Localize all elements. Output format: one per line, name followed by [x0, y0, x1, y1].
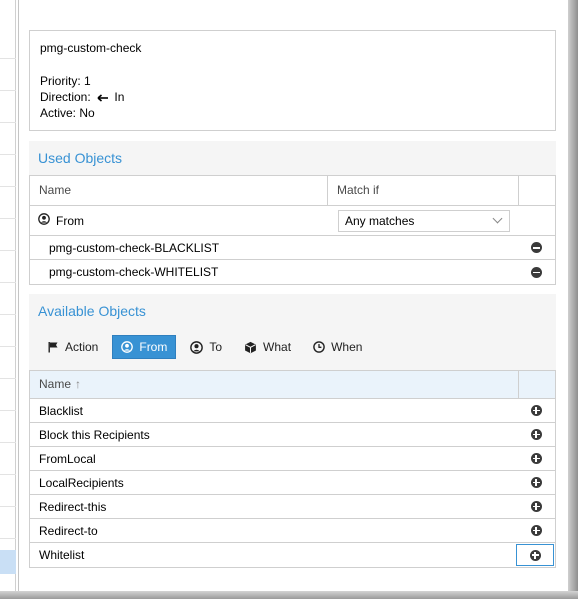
user-circle-icon	[38, 213, 50, 228]
plus-circle-icon	[530, 429, 542, 440]
remove-object-button[interactable]	[517, 236, 555, 259]
rule-direction-value: In	[114, 90, 125, 104]
user-circle-icon	[121, 341, 134, 353]
tab-action-label: Action	[65, 340, 99, 354]
window-shadow-bottom	[0, 591, 578, 599]
available-object-row[interactable]: FromLocal	[30, 447, 555, 471]
arrow-left-icon	[97, 90, 109, 106]
add-object-button[interactable]	[517, 495, 555, 518]
background-selected-row	[0, 550, 16, 574]
available-object-row[interactable]: LocalRecipients	[30, 471, 555, 495]
used-object-row: pmg-custom-check-BLACKLIST	[30, 236, 555, 260]
used-objects-title: Used Objects	[38, 150, 123, 166]
user-circle-icon	[190, 340, 204, 354]
available-object-row[interactable]: Block this Recipients	[30, 423, 555, 447]
tab-to-label: To	[209, 340, 223, 354]
available-object-name: Blacklist	[39, 403, 84, 418]
background-grid-strip	[0, 0, 16, 599]
used-objects-header: Name Match if	[30, 176, 555, 206]
sort-ascending-icon: ↑	[75, 377, 82, 391]
plus-circle-icon	[529, 549, 541, 561]
column-header-match-if[interactable]: Match if	[327, 176, 518, 205]
plus-circle-icon	[530, 453, 542, 464]
column-header-name-sorted[interactable]: Name ↑	[30, 371, 518, 398]
tab-to[interactable]: To	[182, 335, 230, 359]
tab-when[interactable]: When	[305, 335, 370, 359]
available-objects-title: Available Objects	[38, 303, 146, 319]
used-objects-grid: Name Match if From Any matches pmg-custo…	[29, 175, 556, 285]
available-objects-section: Available Objects Action From To What Wh…	[29, 294, 556, 568]
available-object-row[interactable]: Redirect-to	[30, 519, 555, 543]
tab-what-label: What	[263, 340, 292, 354]
tab-when-label: When	[331, 340, 363, 354]
used-object-name: pmg-custom-check-WHITELIST	[49, 265, 219, 279]
add-object-button[interactable]	[517, 519, 555, 542]
rule-priority: Priority: 1	[40, 74, 91, 88]
available-object-name: Redirect-this	[39, 499, 107, 514]
group-row-from: From Any matches	[30, 206, 555, 236]
column-header-actions	[518, 176, 555, 205]
add-object-button[interactable]	[517, 447, 555, 470]
available-object-name: Whitelist	[39, 548, 85, 562]
available-object-name: FromLocal	[39, 451, 96, 466]
plus-circle-icon	[530, 525, 542, 536]
remove-object-button[interactable]	[517, 260, 555, 284]
clock-icon	[313, 341, 325, 353]
add-object-button[interactable]	[517, 423, 555, 446]
object-type-tabs: Action From To What When	[29, 328, 556, 366]
plus-circle-icon	[530, 501, 542, 512]
available-object-row[interactable]: Blacklist	[30, 399, 555, 423]
tab-what[interactable]: What	[236, 335, 299, 359]
flag-icon	[47, 341, 59, 353]
cube-icon	[244, 341, 257, 354]
column-header-actions	[518, 371, 555, 398]
chevron-down-icon	[492, 213, 503, 224]
used-objects-section: Used Objects Name Match if From Any matc…	[29, 141, 556, 285]
window-shadow-right	[568, 0, 578, 599]
rule-info-box: pmg-custom-check Priority: 1 Direction: …	[29, 30, 556, 131]
used-object-row: pmg-custom-check-WHITELIST	[30, 260, 555, 284]
match-if-select[interactable]: Any matches	[338, 209, 510, 232]
tab-action[interactable]: Action	[39, 335, 106, 359]
minus-circle-icon	[530, 266, 542, 278]
available-object-row[interactable]: Redirect-this	[30, 495, 555, 519]
add-object-button[interactable]	[517, 399, 555, 422]
available-object-row[interactable]: Whitelist	[30, 543, 555, 567]
available-objects-header: Name ↑	[30, 371, 555, 399]
available-object-name: Redirect-to	[39, 523, 98, 538]
plus-circle-icon	[530, 477, 542, 488]
used-object-name: pmg-custom-check-BLACKLIST	[49, 240, 220, 255]
available-object-name: LocalRecipients	[39, 475, 124, 490]
plus-circle-icon	[530, 405, 542, 416]
match-if-value: Any matches	[345, 213, 415, 228]
add-object-button[interactable]	[516, 544, 554, 566]
rule-direction-label: Direction:	[40, 90, 91, 104]
add-object-button[interactable]	[517, 471, 555, 494]
rule-detail-panel: pmg-custom-check Priority: 1 Direction: …	[18, 0, 568, 591]
column-header-name-label: Name	[39, 377, 72, 391]
tab-from[interactable]: From	[112, 335, 177, 359]
minus-circle-icon	[530, 242, 542, 253]
available-object-name: Block this Recipients	[39, 427, 150, 442]
column-header-name[interactable]: Name	[30, 176, 327, 205]
tab-from-label: From	[139, 340, 168, 354]
rule-name: pmg-custom-check	[40, 41, 142, 55]
rule-active: Active: No	[40, 106, 95, 120]
available-objects-grid: Name ↑ Blacklist Block this Recipients Fr…	[29, 370, 556, 568]
group-label-from: From	[56, 213, 84, 228]
rule-direction: Direction: In	[40, 89, 545, 105]
